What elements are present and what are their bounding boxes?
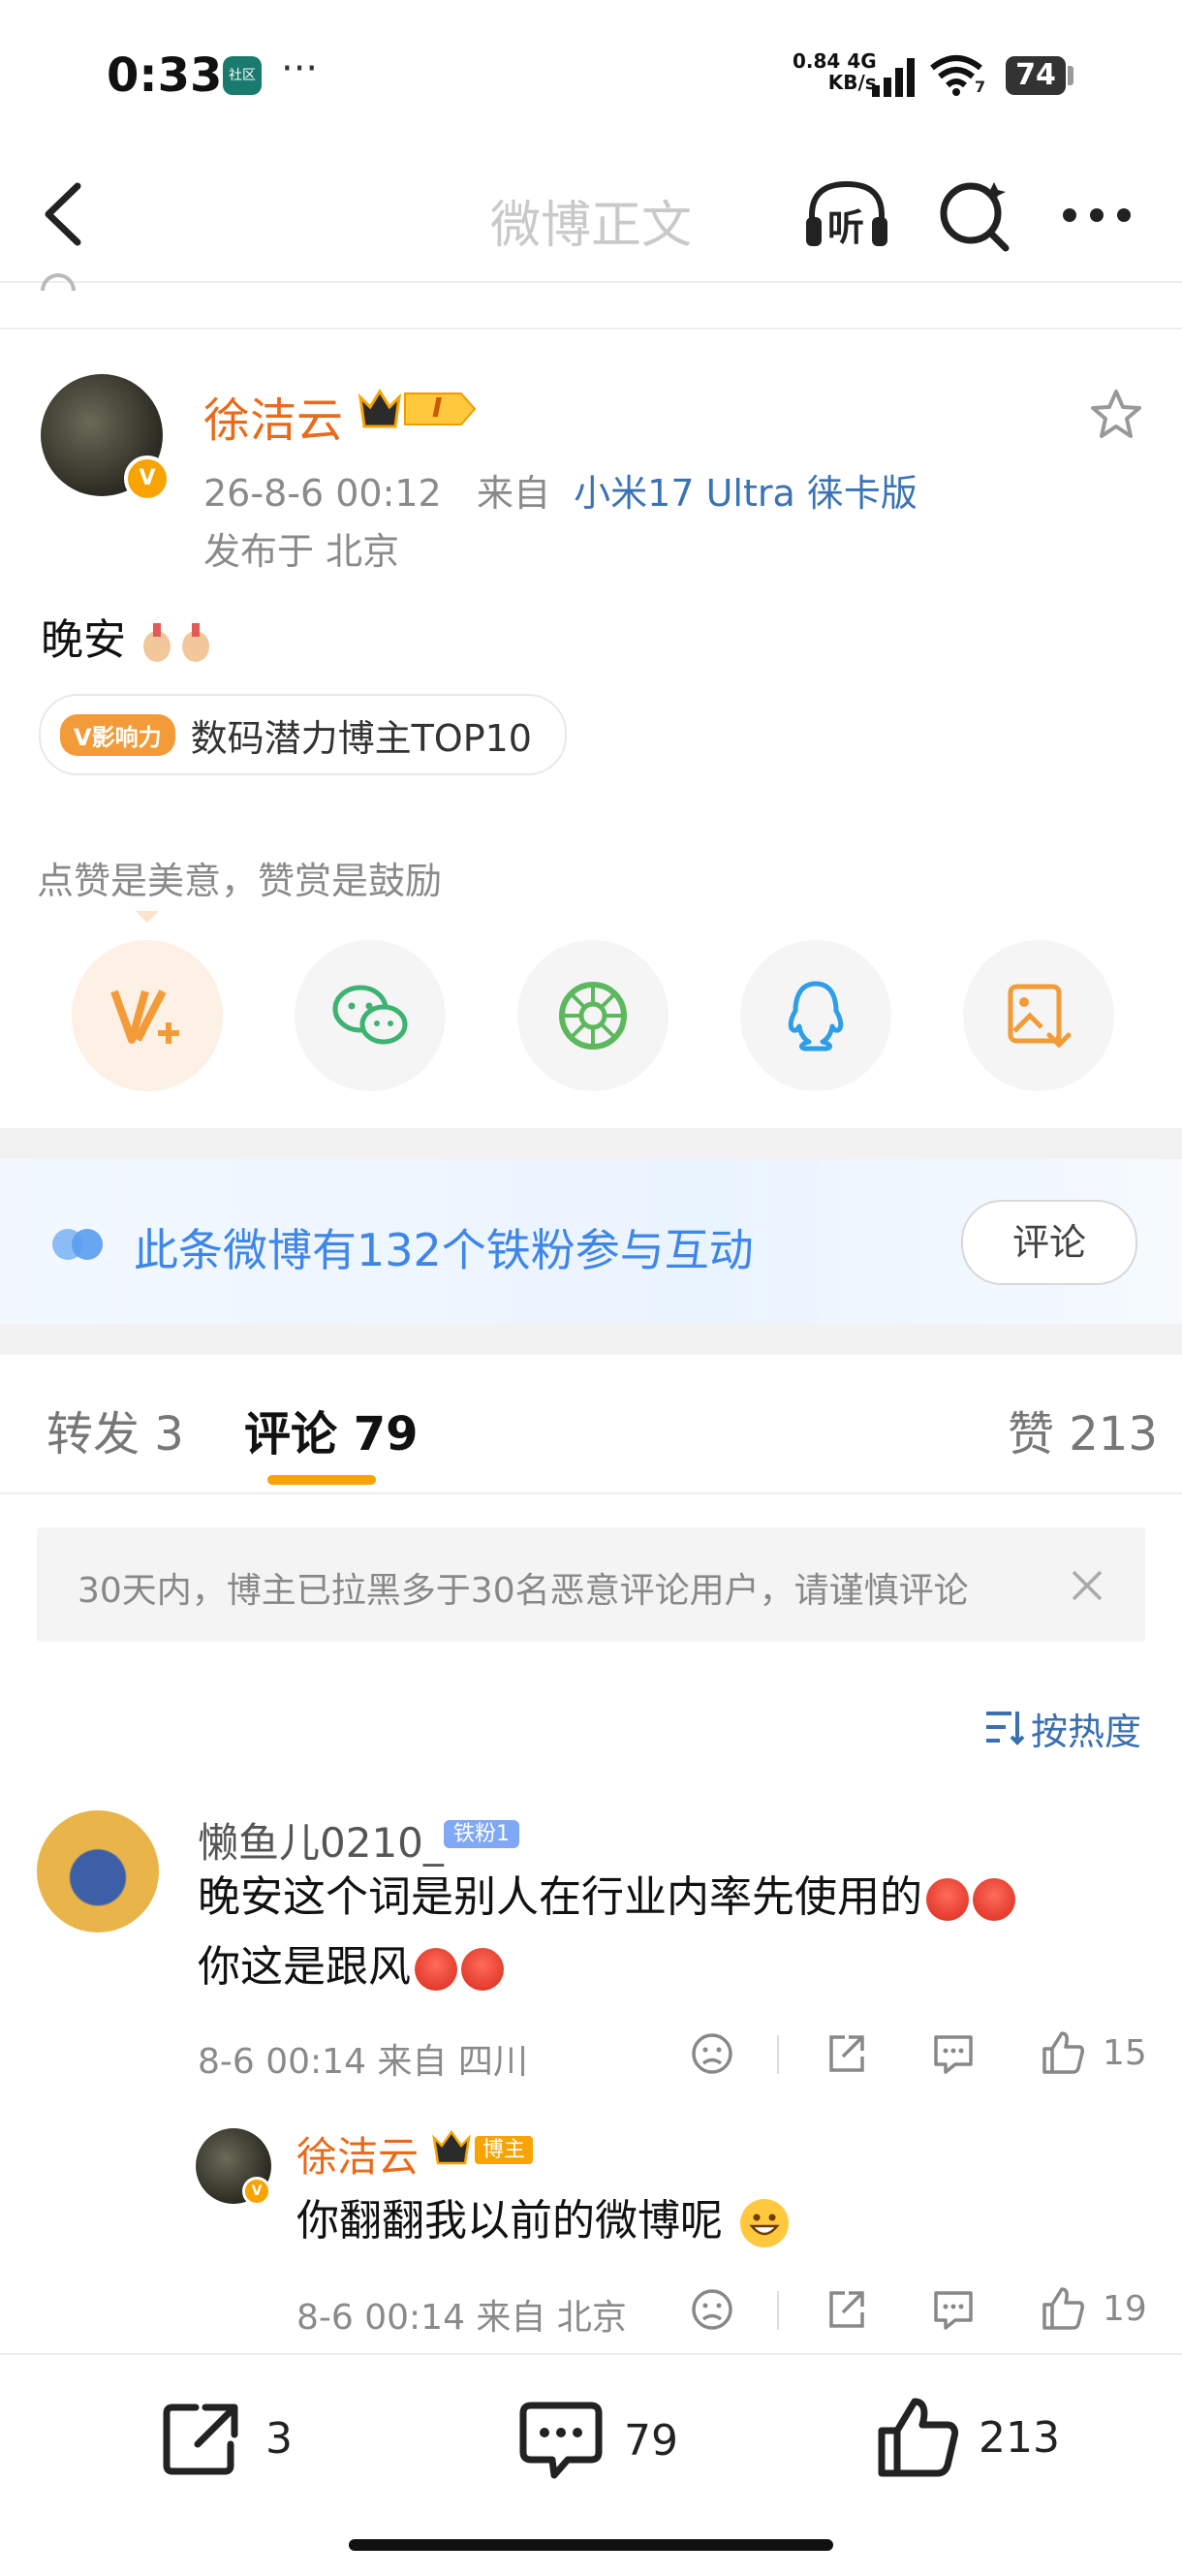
reply-meta: 8-6 00:14 来自 北京 [296, 2298, 627, 2338]
post-source-link[interactable]: 小米17 Ultra 徕卡版 [574, 472, 918, 515]
community-app-icon: 社区 [223, 56, 262, 95]
tab-likes[interactable]: 赞 213 [1008, 1396, 1158, 1463]
angry-emoji [461, 1948, 504, 1991]
iron-fan-badge: 铁粉1 [444, 1816, 519, 1848]
sort-icon[interactable] [984, 1708, 1027, 1746]
search-button[interactable] [936, 178, 1013, 256]
collapsed-header-peek [39, 271, 78, 291]
post-source-prefix: 来自 [476, 472, 550, 515]
commenter-name[interactable]: 懒鱼儿0210_ [198, 1810, 444, 1869]
repost-comment-icon[interactable] [824, 2031, 868, 2076]
repost-button[interactable]: 3 [161, 2400, 293, 2477]
repost-comment-icon[interactable] [824, 2287, 868, 2332]
post-text: 晚安 [41, 605, 217, 667]
reply-icon[interactable] [930, 2287, 977, 2332]
header-divider [0, 328, 1182, 330]
active-tab-indicator [267, 1475, 376, 1485]
listen-label: 听 [827, 206, 865, 249]
reply-author-name[interactable]: 徐洁云 [296, 2124, 419, 2183]
reply-icon[interactable] [930, 2031, 977, 2076]
tabs-divider [0, 1492, 1182, 1494]
close-notice-icon[interactable] [1070, 1568, 1104, 1603]
status-time: 0:33 [107, 48, 223, 103]
iron-fans-icon [50, 1225, 107, 1264]
host-badge-text: 博主 [475, 2136, 534, 2164]
dislike-icon[interactable] [690, 2287, 734, 2332]
verified-v-icon: V [242, 2177, 271, 2206]
dislike-icon[interactable] [690, 2031, 734, 2076]
battery-tip [1068, 66, 1073, 85]
section-separator [0, 1128, 1182, 1159]
action-separator [777, 2035, 779, 2074]
post-meta: 26-8-6 00:12 来自 小米17 Ultra 徕卡版 [203, 463, 918, 517]
comment-button[interactable]: 79 [517, 2400, 678, 2481]
wechat-share-button[interactable] [295, 940, 446, 1091]
comment-notice-text: 30天内，博主已拉黑多于30名恶意评论用户，请谨慎评论 [78, 1571, 969, 1611]
host-badge: 博主 [475, 2132, 534, 2164]
praise-tooltip-arrow [136, 911, 159, 925]
reply-line-1: 你翻翻我以前的微博呢 [296, 2196, 723, 2246]
reply-text: 你翻翻我以前的微博呢 [296, 2186, 789, 2256]
finger-heart-emoji [140, 619, 217, 666]
reply-like-count: 19 [1103, 2289, 1147, 2329]
fans-comment-button[interactable]: 评论 [961, 1200, 1137, 1285]
angry-emoji [973, 1878, 1015, 1921]
member-crown-badge[interactable]: I [357, 386, 479, 432]
angry-emoji [926, 1878, 969, 1921]
comment-meta: 8-6 00:14 来自 四川 [198, 2042, 528, 2082]
home-indicator [349, 2539, 833, 2551]
angry-emoji [415, 1948, 457, 1991]
like-button[interactable]: 213 [876, 2396, 1060, 2479]
action-separator [777, 2291, 779, 2330]
post-time: 26-8-6 00:12 [203, 472, 442, 515]
comment-line-1: 晚安这个词是别人在行业内率先使用的 [198, 1872, 922, 1922]
influence-tag[interactable]: V影响力 数码潜力博主TOP10 [39, 694, 567, 775]
comment-like-count: 15 [1103, 2033, 1147, 2073]
qq-share-button[interactable] [740, 940, 891, 1091]
wifi-level: 7 [975, 78, 986, 96]
like-count: 213 [979, 2412, 1060, 2463]
member-level: I [432, 392, 443, 424]
commenter-avatar[interactable] [37, 1810, 159, 1932]
reward-button[interactable] [72, 940, 223, 1091]
tab-reposts[interactable]: 转发 3 [47, 1396, 184, 1463]
post-location: 发布于 北京 [203, 530, 400, 573]
influence-tag-text: 数码潜力博主TOP10 [190, 716, 532, 760]
moments-share-button[interactable] [517, 940, 669, 1091]
comment-text: 晚安这个词是别人在行业内率先使用的 你这是跟风 [198, 1863, 1015, 2002]
comment-count: 79 [624, 2415, 678, 2466]
listen-button[interactable]: 听 [802, 176, 891, 254]
like-icon[interactable] [1039, 2285, 1085, 2332]
signal-icon [870, 56, 918, 97]
network-speed: 0.84 4G KB/s [793, 50, 877, 93]
reply-crown-icon [432, 2130, 471, 2165]
verified-v-icon: V [124, 456, 171, 502]
influence-badge: V影响力 [60, 713, 175, 756]
network-speed-value: 0.84 [793, 49, 841, 73]
tab-comments[interactable]: 评论 79 [244, 1396, 419, 1463]
author-name[interactable]: 徐洁云 [203, 382, 343, 450]
praise-prompt: 点赞是美意，赞赏是鼓励 [37, 860, 443, 902]
section-separator-2 [0, 1324, 1182, 1355]
status-more-icon: ··· [281, 47, 319, 91]
sort-label[interactable]: 按热度 [1031, 1702, 1141, 1755]
post-text-content: 晚安 [41, 615, 126, 665]
favorite-star-button[interactable] [1089, 388, 1143, 440]
iron-fan-badge-text: 铁粉1 [444, 1820, 519, 1848]
comment-line-2: 你这是跟风 [198, 1942, 411, 1992]
more-options-button[interactable] [1060, 204, 1134, 227]
nav-divider [0, 281, 1182, 283]
iron-fans-text: 此条微博有132个铁粉参与互动 [134, 1224, 754, 1276]
repost-count: 3 [265, 2413, 293, 2464]
battery-indicator: 74 [1006, 56, 1066, 95]
grin-emoji [740, 2199, 789, 2247]
like-icon[interactable] [1039, 2029, 1085, 2076]
save-image-button[interactable] [963, 940, 1114, 1091]
